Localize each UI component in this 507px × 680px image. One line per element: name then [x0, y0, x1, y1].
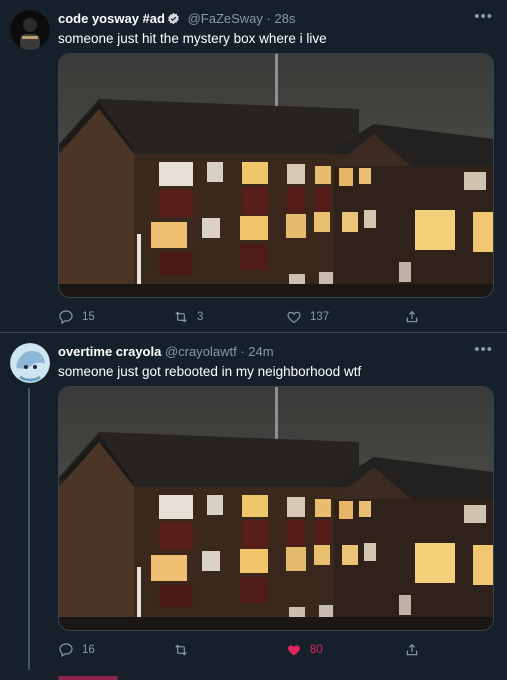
thread-connector-line: [28, 388, 30, 670]
timestamp[interactable]: 28s: [275, 11, 296, 26]
share-icon: [406, 643, 418, 656]
reply-icon: [59, 643, 73, 658]
retweet-button[interactable]: 3: [173, 309, 203, 325]
handle[interactable]: @FaZeSway: [188, 11, 263, 26]
share-icon: [406, 310, 418, 323]
tweet-actions: 16 80: [58, 642, 492, 660]
tweet-text: someone just got rebooted in my neighbor…: [58, 364, 362, 379]
reply-button[interactable]: 15: [58, 309, 95, 325]
handle[interactable]: @crayolawtf: [165, 344, 237, 359]
like-count: 80: [310, 644, 323, 656]
share-button[interactable]: [404, 642, 420, 658]
next-tweet-peek: [58, 676, 118, 680]
share-button[interactable]: [404, 309, 420, 325]
avatar[interactable]: [10, 10, 50, 50]
more-horizontal-icon[interactable]: •••: [474, 8, 493, 25]
timestamp[interactable]: 24m: [248, 344, 273, 359]
tweet-2[interactable]: overtime crayola @crayolawtf · 24m ••• s…: [0, 333, 507, 680]
reply-count: 16: [82, 644, 95, 656]
display-name[interactable]: code yosway #ad: [58, 11, 165, 26]
tweet-actions: 15 3 137: [58, 309, 492, 327]
retweet-button[interactable]: [173, 642, 197, 658]
more-horizontal-icon[interactable]: •••: [474, 341, 493, 358]
verified-badge-icon: [167, 12, 180, 25]
display-name[interactable]: overtime crayola: [58, 344, 161, 359]
retweet-icon: [175, 644, 187, 656]
retweet-icon: [175, 311, 187, 323]
reply-icon: [59, 310, 73, 325]
heart-icon: [287, 311, 301, 324]
tweet-1[interactable]: code yosway #ad @FaZeSway · 28s ••• some…: [0, 0, 507, 332]
retweet-count: 3: [197, 311, 204, 323]
like-count: 137: [310, 311, 330, 323]
tweet-text: someone just hit the mystery box where i…: [58, 31, 327, 46]
avatar[interactable]: [10, 343, 50, 383]
separator-dot: ·: [266, 11, 271, 26]
separator-dot: ·: [240, 344, 245, 359]
reply-count: 15: [82, 311, 95, 323]
like-button[interactable]: 137: [286, 309, 329, 325]
heart-filled-icon: [288, 645, 300, 656]
like-button[interactable]: 80: [286, 642, 323, 658]
reply-button[interactable]: 16: [58, 642, 95, 658]
tweet-media-image[interactable]: [58, 386, 494, 631]
tweet-media-image[interactable]: [58, 53, 494, 298]
